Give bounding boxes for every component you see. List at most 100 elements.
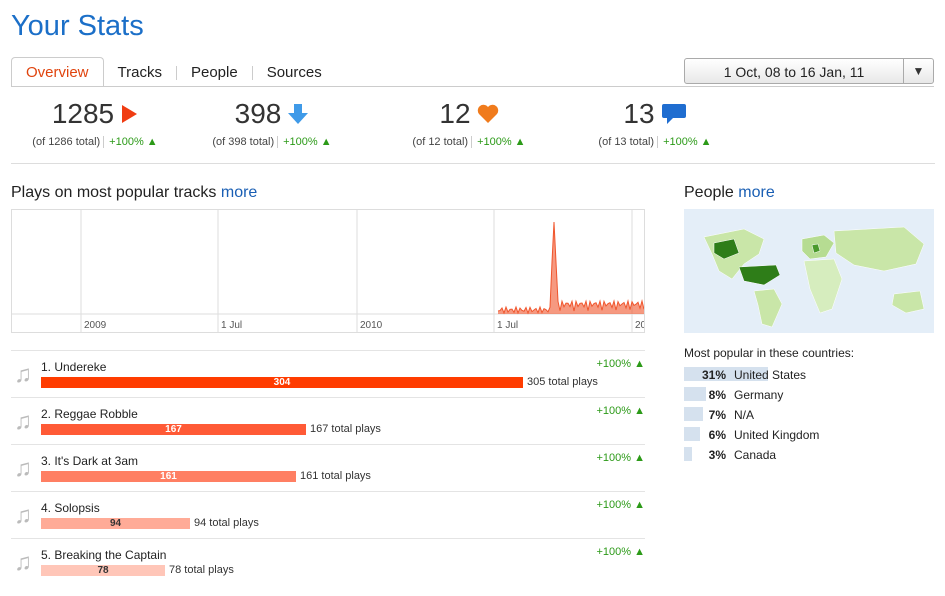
plays-series-line (497, 221, 645, 315)
x-tick-label: 2010 (360, 320, 383, 331)
tab-tracks[interactable]: Tracks (104, 57, 176, 87)
track-plays-bar: 78 (41, 565, 165, 576)
country-pct-cell: 8% (684, 387, 730, 402)
stat-downloads-total: (of 398 total) (212, 136, 275, 148)
country-pct-cell: 31% (684, 367, 768, 382)
country-pct-bar (684, 447, 692, 461)
track-total-plays: 78 total plays (169, 564, 234, 576)
track-row: ♫ 3. It's Dark at 3am +100% ▲ 161 161 total … (11, 444, 645, 491)
tab-underline (11, 86, 934, 87)
tab-overview[interactable]: Overview (11, 57, 104, 87)
people-section-header: People more (684, 184, 775, 202)
track-total-plays: 167 total plays (310, 423, 381, 435)
track-plays-value: 94 (109, 518, 122, 529)
play-icon (122, 105, 138, 123)
country-row: 3% Canada (684, 445, 934, 465)
x-tick-label: 2009 (84, 320, 107, 331)
x-tick-label: 20 (635, 320, 644, 331)
country-pct: 31% (701, 368, 726, 382)
stat-downloads: 398 (of 398 total) +100% ▲ (177, 98, 367, 148)
track-plays-value: 167 (165, 424, 182, 435)
track-plays-value: 161 (160, 471, 177, 482)
stat-favorites-change: +100% ▲ (471, 136, 526, 148)
stat-plays-total: (of 1286 total) (32, 136, 101, 148)
plays-section-header: Plays on most popular tracks more (11, 184, 257, 202)
stat-downloads-value: 398 (234, 98, 282, 129)
country-name: United Kingdom (734, 428, 820, 442)
plays-more-link[interactable]: more (221, 184, 257, 201)
date-range-select[interactable]: 1 Oct, 08 to 16 Jan, 11 ▼ (684, 58, 934, 84)
track-name-link[interactable]: 1. Undereke (41, 360, 106, 374)
country-pct-bar (684, 387, 706, 401)
music-note-icon: ♫ (14, 455, 32, 482)
country-row: 6% United Kingdom (684, 425, 934, 445)
music-note-icon: ♫ (14, 408, 32, 435)
country-name: N/A (734, 408, 755, 422)
country-pct: 6% (708, 428, 726, 442)
people-more-link[interactable]: more (738, 184, 774, 201)
tab-people[interactable]: People (177, 57, 252, 87)
track-total-plays: 161 total plays (300, 470, 371, 482)
track-plays-bar: 304 (41, 377, 523, 388)
section-divider (11, 163, 935, 164)
stat-downloads-change: +100% ▲ (277, 136, 332, 148)
track-name-link[interactable]: 5. Breaking the Captain (41, 548, 166, 562)
stat-comments: 13 (of 13 total) +100% ▲ (560, 98, 750, 148)
plays-section-title: Plays on most popular tracks (11, 184, 217, 201)
track-name-link[interactable]: 2. Reggae Robble (41, 407, 138, 421)
country-pct: 7% (708, 408, 726, 422)
country-row: 7% N/A (684, 405, 934, 425)
x-tick-label: 1 Jul (497, 320, 518, 331)
country-pct-bar (684, 427, 700, 441)
tab-sources[interactable]: Sources (253, 57, 336, 87)
track-row: ♫ 5. Breaking the Captain +100% ▲ 78 78 tota… (11, 538, 645, 585)
date-range-label: 1 Oct, 08 to 16 Jan, 11 (723, 64, 865, 80)
country-name: United States (734, 368, 807, 382)
plays-series-area (498, 222, 644, 314)
people-section-title: People (684, 184, 734, 201)
stat-plays: 1285 (of 1286 total) +100% ▲ (0, 98, 190, 148)
page-title: Your Stats (11, 10, 144, 42)
country-name: Germany (734, 388, 784, 402)
track-plays-value: 304 (273, 377, 291, 388)
music-note-icon: ♫ (14, 549, 32, 576)
music-note-icon: ♫ (14, 502, 32, 529)
track-name-link[interactable]: 4. Solopsis (41, 501, 100, 515)
track-name-link[interactable]: 3. It's Dark at 3am (41, 454, 138, 468)
plays-chart: 2009 1 Jul 2010 1 Jul 20 (11, 209, 647, 333)
track-change: +100% ▲ (596, 358, 645, 370)
track-change: +100% ▲ (596, 452, 645, 464)
track-plays-bar: 94 (41, 518, 190, 529)
stat-plays-change: +100% ▲ (103, 136, 158, 148)
country-pct: 3% (708, 448, 726, 462)
stat-plays-value: 1285 (51, 98, 115, 129)
track-total-plays: 94 total plays (194, 517, 259, 529)
x-tick-label: 1 Jul (221, 320, 242, 331)
music-note-icon: ♫ (14, 361, 32, 388)
country-row: 8% Germany (684, 385, 934, 405)
country-pct-cell: 6% (684, 427, 730, 442)
download-icon (288, 104, 309, 124)
stat-comments-change: +100% ▲ (657, 136, 712, 148)
stat-favorites-value: 12 (439, 98, 471, 129)
stat-comments-value: 13 (623, 98, 655, 129)
track-change: +100% ▲ (596, 546, 645, 558)
heart-icon (477, 104, 498, 123)
chevron-down-icon[interactable]: ▼ (903, 59, 933, 83)
track-plays-bar: 167 (41, 424, 306, 435)
country-pct-cell: 3% (684, 447, 730, 462)
track-row: ♫ 4. Solopsis +100% ▲ 94 94 total plays (11, 491, 645, 538)
comment-icon (661, 104, 686, 124)
countries-subtitle: Most popular in these countries: (684, 346, 855, 360)
stat-favorites: 12 (of 12 total) +100% ▲ (374, 98, 564, 148)
country-name: Canada (734, 448, 777, 462)
world-map-svg (703, 226, 925, 328)
track-plays-value: 78 (97, 565, 109, 576)
track-total-plays: 305 total plays (527, 376, 598, 388)
stat-favorites-total: (of 12 total) (412, 136, 469, 148)
world-map[interactable] (684, 209, 934, 333)
track-row: ♫ 2. Reggae Robble +100% ▲ 167 167 total pla… (11, 397, 645, 444)
track-change: +100% ▲ (596, 405, 645, 417)
plays-chart-svg: 2009 1 Jul 2010 1 Jul 20 (12, 210, 647, 332)
country-pct-cell: 7% (684, 407, 730, 422)
